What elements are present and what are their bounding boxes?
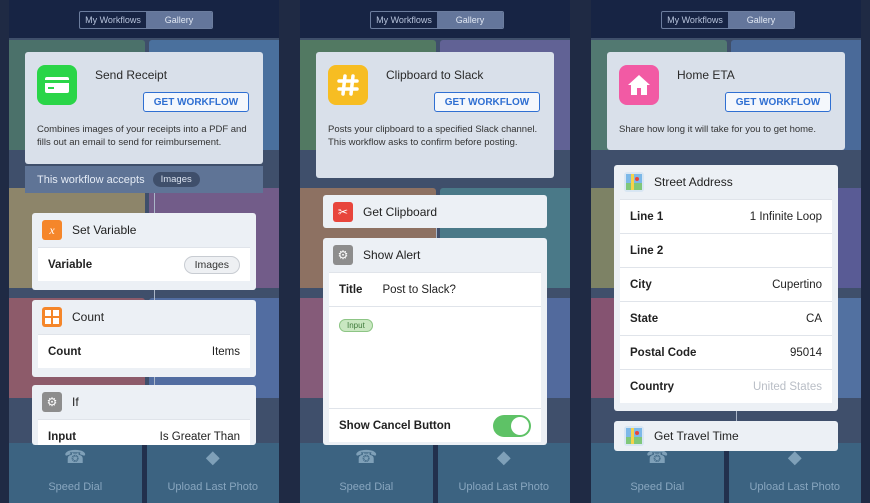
workflow-header: Home ETA GET WORKFLOW Share how long it … bbox=[607, 52, 845, 150]
get-workflow-button[interactable]: GET WORKFLOW bbox=[143, 92, 249, 112]
address-row[interactable]: Line 11 Infinite Loop bbox=[620, 199, 832, 233]
country-placeholder: United States bbox=[752, 380, 822, 393]
accepts-label: This workflow accepts bbox=[37, 173, 145, 186]
workflow-title: Home ETA bbox=[677, 68, 735, 82]
get-workflow-button[interactable]: GET WORKFLOW bbox=[434, 92, 540, 112]
bottom-tiles: ☎ Speed Dial ◆ Upload Last Photo bbox=[300, 443, 570, 503]
count-value[interactable]: Items bbox=[212, 346, 240, 358]
screen-send-receipt: My Workflows Gallery ☎ Speed Dial ◆ Upload… bbox=[9, 0, 279, 503]
address-row[interactable]: Line 2 bbox=[620, 233, 832, 267]
workflow-title: Send Receipt bbox=[95, 68, 168, 82]
cancel-button-toggle[interactable] bbox=[493, 414, 531, 437]
alert-title-row: Title Post to Slack? bbox=[329, 272, 541, 306]
scissors-icon: ✂ bbox=[333, 201, 353, 222]
variable-icon: x bbox=[42, 220, 62, 240]
action-title: Get Clipboard bbox=[363, 204, 438, 219]
gear-icon: ⚙ bbox=[42, 392, 62, 412]
accepts-type-pill: Images bbox=[152, 172, 200, 187]
slack-hash-icon bbox=[328, 65, 368, 105]
action-title: Street Address bbox=[654, 175, 733, 189]
tile-upload-last-photo[interactable]: ◆ Upload Last Photo bbox=[146, 443, 279, 503]
segmented-control: My Workflows Gallery bbox=[370, 11, 504, 29]
variable-tag[interactable]: Images bbox=[183, 255, 240, 274]
if-row: Input Is Greater Than bbox=[38, 419, 250, 445]
top-bar: My Workflows Gallery bbox=[300, 0, 570, 38]
action-title: Count bbox=[72, 310, 105, 324]
workflow-title: Clipboard to Slack bbox=[386, 68, 484, 82]
condition-value[interactable]: Is Greater Than bbox=[160, 431, 240, 443]
action-title: Set Variable bbox=[72, 223, 137, 237]
action-show-alert[interactable]: ⚙ Show Alert Title Post to Slack? Input S… bbox=[323, 238, 547, 445]
address-row[interactable]: Postal Code 95014 bbox=[620, 335, 832, 369]
bottom-tiles: ☎ Speed Dial ◆ Upload Last Photo bbox=[591, 443, 861, 503]
address-row[interactable]: City Cupertino bbox=[620, 267, 832, 301]
get-workflow-button[interactable]: GET WORKFLOW bbox=[725, 92, 831, 112]
workflow-description: Posts your clipboard to a specified Slac… bbox=[328, 124, 538, 148]
tile-upload-last-photo[interactable]: ◆ Upload Last Photo bbox=[728, 443, 861, 503]
segment-my-workflows[interactable]: My Workflows bbox=[371, 12, 437, 28]
action-set-variable[interactable]: x Set Variable Variable Images bbox=[32, 213, 256, 290]
top-bar: My Workflows Gallery bbox=[9, 0, 279, 38]
dropbox-icon: ◆ bbox=[205, 447, 220, 467]
tile-speed-dial[interactable]: ☎ Speed Dial bbox=[591, 443, 724, 503]
bottom-tiles: ☎ Speed Dial ◆ Upload Last Photo bbox=[9, 443, 279, 503]
count-row: Count Items bbox=[38, 334, 250, 368]
accepts-bar: This workflow accepts Images bbox=[25, 166, 263, 193]
top-bar: My Workflows Gallery bbox=[591, 0, 861, 38]
gear-icon: ⚙ bbox=[333, 245, 353, 265]
calculator-icon bbox=[42, 307, 62, 327]
action-street-address[interactable]: Street Address Line 11 Infinite Loop Lin… bbox=[614, 165, 838, 411]
house-icon bbox=[619, 65, 659, 105]
action-get-clipboard[interactable]: ✂ Get Clipboard bbox=[323, 195, 547, 228]
workflow-description: Share how long it will take for you to g… bbox=[619, 124, 816, 135]
map-icon bbox=[624, 426, 644, 446]
phone-icon: ☎ bbox=[64, 447, 87, 467]
tile-speed-dial[interactable]: ☎ Speed Dial bbox=[9, 443, 142, 503]
screen-home-eta: My Workflows Gallery ☎ Speed Dial ◆ Upload… bbox=[591, 0, 861, 503]
action-count[interactable]: Count Count Items bbox=[32, 300, 256, 377]
tile-upload-last-photo[interactable]: ◆ Upload Last Photo bbox=[437, 443, 570, 503]
address-row[interactable]: State CA bbox=[620, 301, 832, 335]
address-row[interactable]: Country United States bbox=[620, 369, 832, 403]
segment-gallery[interactable]: Gallery bbox=[728, 12, 794, 28]
variable-row: Variable Images bbox=[38, 247, 250, 281]
action-title: Get Travel Time bbox=[654, 429, 739, 443]
segment-gallery[interactable]: Gallery bbox=[146, 12, 212, 28]
map-icon bbox=[624, 172, 644, 192]
segmented-control: My Workflows Gallery bbox=[79, 11, 213, 29]
action-title: If bbox=[72, 395, 79, 409]
workflow-description: Combines images of your receipts into a … bbox=[37, 124, 247, 148]
phone-icon: ☎ bbox=[355, 447, 378, 467]
action-if[interactable]: ⚙ If Input Is Greater Than bbox=[32, 385, 256, 445]
segment-gallery[interactable]: Gallery bbox=[437, 12, 503, 28]
workflow-header: Send Receipt GET WORKFLOW Combines image… bbox=[25, 52, 263, 164]
action-get-travel-time[interactable]: Get Travel Time bbox=[614, 421, 838, 451]
input-variable-tag[interactable]: Input bbox=[339, 319, 373, 332]
alert-message-field[interactable]: Input bbox=[329, 306, 541, 408]
segment-my-workflows[interactable]: My Workflows bbox=[80, 12, 146, 28]
workflow-header: Clipboard to Slack GET WORKFLOW Posts yo… bbox=[316, 52, 554, 178]
screen-clipboard-to-slack: My Workflows Gallery ☎ Speed Dial ◆ Upload… bbox=[300, 0, 570, 503]
dropbox-icon: ◆ bbox=[496, 447, 511, 467]
action-title: Show Alert bbox=[363, 248, 421, 262]
credit-card-icon bbox=[37, 65, 77, 105]
segment-my-workflows[interactable]: My Workflows bbox=[662, 12, 728, 28]
segmented-control: My Workflows Gallery bbox=[661, 11, 795, 29]
alert-title-value[interactable]: Post to Slack? bbox=[382, 284, 456, 296]
cancel-button-row: Show Cancel Button bbox=[329, 408, 541, 442]
tile-speed-dial[interactable]: ☎ Speed Dial bbox=[300, 443, 433, 503]
